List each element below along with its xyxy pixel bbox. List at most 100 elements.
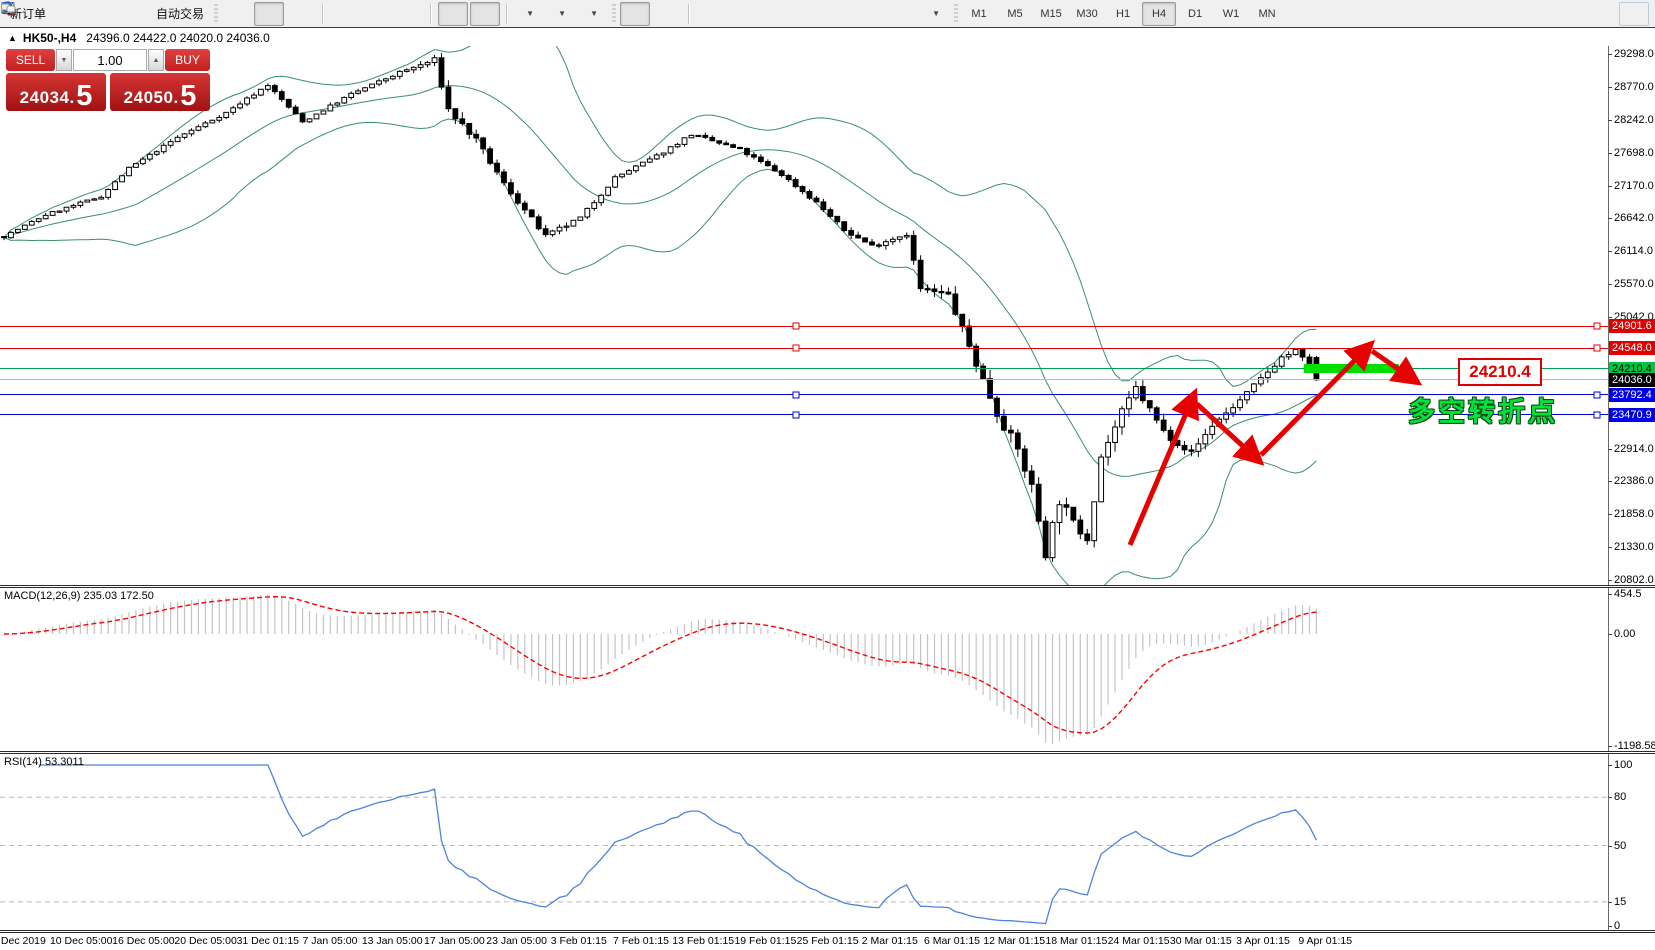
sell-button[interactable]: SELL bbox=[6, 49, 55, 71]
main-toolbar: 新订单 自动交易 bbox=[0, 0, 1655, 28]
arrows-button[interactable]: ▼ bbox=[920, 2, 950, 26]
autotrading-label: 自动交易 bbox=[156, 5, 204, 22]
market-watch-icon[interactable] bbox=[86, 2, 116, 26]
timeframe-button-d1[interactable]: D1 bbox=[1178, 2, 1212, 26]
time-axis-label: 30 Mar 01:15 bbox=[1170, 935, 1232, 947]
buy-label: BUY bbox=[175, 53, 200, 67]
macd-tick-label: 0.00 bbox=[1614, 628, 1635, 640]
search-button[interactable] bbox=[1587, 2, 1617, 26]
sell-price-button[interactable]: 24034 . 5 bbox=[6, 73, 106, 111]
time-axis-label: 2 Mar 01:15 bbox=[862, 935, 918, 947]
toolbar-separator bbox=[506, 4, 508, 24]
time-axis[interactable]: 4 Dec 201910 Dec 05:0016 Dec 05:0020 Dec… bbox=[0, 932, 1655, 950]
time-axis-label: 25 Feb 01:15 bbox=[797, 935, 859, 947]
chart-profile-icon[interactable] bbox=[54, 2, 84, 26]
buy-price-button[interactable]: 24050 . 5 bbox=[110, 73, 210, 111]
trendline-button[interactable] bbox=[760, 2, 790, 26]
price-level-badge: 23470.9 bbox=[1609, 408, 1655, 422]
sell-price-dot: . bbox=[69, 88, 74, 108]
buy-button[interactable]: BUY bbox=[165, 49, 210, 71]
macd-panel[interactable] bbox=[0, 588, 1655, 751]
panel-separator[interactable] bbox=[0, 751, 1655, 754]
time-axis-label: 9 Apr 01:15 bbox=[1298, 935, 1352, 947]
time-axis-label: 4 Dec 2019 bbox=[0, 935, 46, 947]
price-level-badge: 24901.6 bbox=[1609, 319, 1655, 333]
vertical-line-button[interactable] bbox=[696, 2, 726, 26]
periods-button[interactable]: ▼ bbox=[546, 2, 576, 26]
time-axis-label: 16 Dec 05:00 bbox=[112, 935, 174, 947]
rsi-tick-label: 50 bbox=[1614, 840, 1626, 852]
timeframe-button-m30[interactable]: M30 bbox=[1070, 2, 1104, 26]
timeframe-button-m1[interactable]: M1 bbox=[962, 2, 996, 26]
text-button[interactable]: A bbox=[856, 2, 886, 26]
signals-icon[interactable] bbox=[118, 2, 148, 26]
rsi-panel[interactable] bbox=[0, 754, 1655, 930]
dropdown-arrow-icon: ▼ bbox=[590, 9, 598, 18]
timeframe-button-m15[interactable]: M15 bbox=[1034, 2, 1068, 26]
ohlc-values: 24396.0 24422.0 24020.0 24036.0 bbox=[86, 31, 270, 45]
panel-separator[interactable] bbox=[0, 585, 1655, 588]
macd-tick-mark bbox=[1608, 634, 1612, 635]
price-tick-mark bbox=[1608, 251, 1612, 252]
toolbar-grip bbox=[612, 4, 616, 24]
time-axis-label: 19 Feb 01:15 bbox=[734, 935, 796, 947]
timeframe-button-h1[interactable]: H1 bbox=[1106, 2, 1140, 26]
time-axis-label: 13 Jan 05:00 bbox=[362, 935, 423, 947]
price-tick-label: 28242.0 bbox=[1614, 114, 1654, 126]
toolbar-separator bbox=[322, 4, 324, 24]
time-axis-label: 12 Mar 01:15 bbox=[983, 935, 1045, 947]
tile-windows-button[interactable] bbox=[394, 2, 424, 26]
bar-chart-button[interactable] bbox=[222, 2, 252, 26]
main-chart-panel[interactable] bbox=[0, 46, 1655, 585]
rsi-tick-label: 100 bbox=[1614, 759, 1632, 771]
time-axis-label: 3 Apr 01:15 bbox=[1236, 935, 1290, 947]
chinese-annotation-text[interactable]: 多空转折点 bbox=[1408, 390, 1558, 429]
timeframe-button-h4[interactable]: H4 bbox=[1142, 2, 1176, 26]
timeframe-button-mn[interactable]: MN bbox=[1250, 2, 1284, 26]
time-axis-label: 13 Feb 01:15 bbox=[672, 935, 734, 947]
rsi-chart bbox=[0, 754, 1608, 930]
chart-shift-button[interactable] bbox=[470, 2, 500, 26]
autotrading-button[interactable]: 自动交易 bbox=[150, 2, 210, 26]
price-tick-mark bbox=[1608, 317, 1612, 318]
buy-price-main: 24050 bbox=[124, 88, 174, 108]
time-axis-label: 7 Jan 05:00 bbox=[303, 935, 358, 947]
price-tick-mark bbox=[1608, 153, 1612, 154]
candlestick-chart-button[interactable] bbox=[254, 2, 284, 26]
time-axis-label: 6 Mar 01:15 bbox=[924, 935, 980, 947]
line-chart-button[interactable] bbox=[286, 2, 316, 26]
rsi-tick-label: 15 bbox=[1614, 896, 1626, 908]
zoom-in-button[interactable] bbox=[330, 2, 360, 26]
zoom-out-button[interactable] bbox=[362, 2, 392, 26]
time-axis-label: 18 Mar 01:15 bbox=[1045, 935, 1107, 947]
fibonacci-button[interactable]: F bbox=[824, 2, 854, 26]
price-tick-mark bbox=[1608, 87, 1612, 88]
equidistant-channel-button[interactable]: E bbox=[792, 2, 822, 26]
macd-tick-mark bbox=[1608, 594, 1612, 595]
time-axis-label: 20 Dec 05:00 bbox=[174, 935, 236, 947]
price-callout-box[interactable]: 24210.4 bbox=[1458, 358, 1542, 386]
indicators-button[interactable]: ▼ bbox=[514, 2, 544, 26]
price-tick-mark bbox=[1608, 54, 1612, 55]
price-tick-mark bbox=[1608, 218, 1612, 219]
cursor-button[interactable] bbox=[620, 2, 650, 26]
text-label-button[interactable]: T bbox=[888, 2, 918, 26]
price-level-badge: 24548.0 bbox=[1609, 341, 1655, 355]
timeframe-button-w1[interactable]: W1 bbox=[1214, 2, 1248, 26]
volume-decrease-button[interactable]: ▼ bbox=[56, 49, 72, 71]
timeframe-button-m5[interactable]: M5 bbox=[998, 2, 1032, 26]
volume-input[interactable]: 1.00 bbox=[73, 49, 147, 71]
price-tick-label: 26642.0 bbox=[1614, 212, 1654, 224]
volume-increase-button[interactable]: ▲ bbox=[148, 49, 164, 71]
horizontal-line-button[interactable] bbox=[728, 2, 758, 26]
price-tick-mark bbox=[1608, 481, 1612, 482]
chat-button[interactable] bbox=[1619, 2, 1649, 26]
templates-button[interactable]: ▼ bbox=[578, 2, 608, 26]
crosshair-button[interactable] bbox=[652, 2, 682, 26]
timeframe-group: M1M5M15M30H1H4D1W1MN bbox=[962, 2, 1284, 26]
price-tick-label: 22914.0 bbox=[1614, 443, 1654, 455]
dropdown-arrow-icon: ▼ bbox=[932, 9, 940, 18]
price-tick-label: 27170.0 bbox=[1614, 180, 1654, 192]
auto-scroll-button[interactable] bbox=[438, 2, 468, 26]
toolbar-separator bbox=[688, 4, 690, 24]
